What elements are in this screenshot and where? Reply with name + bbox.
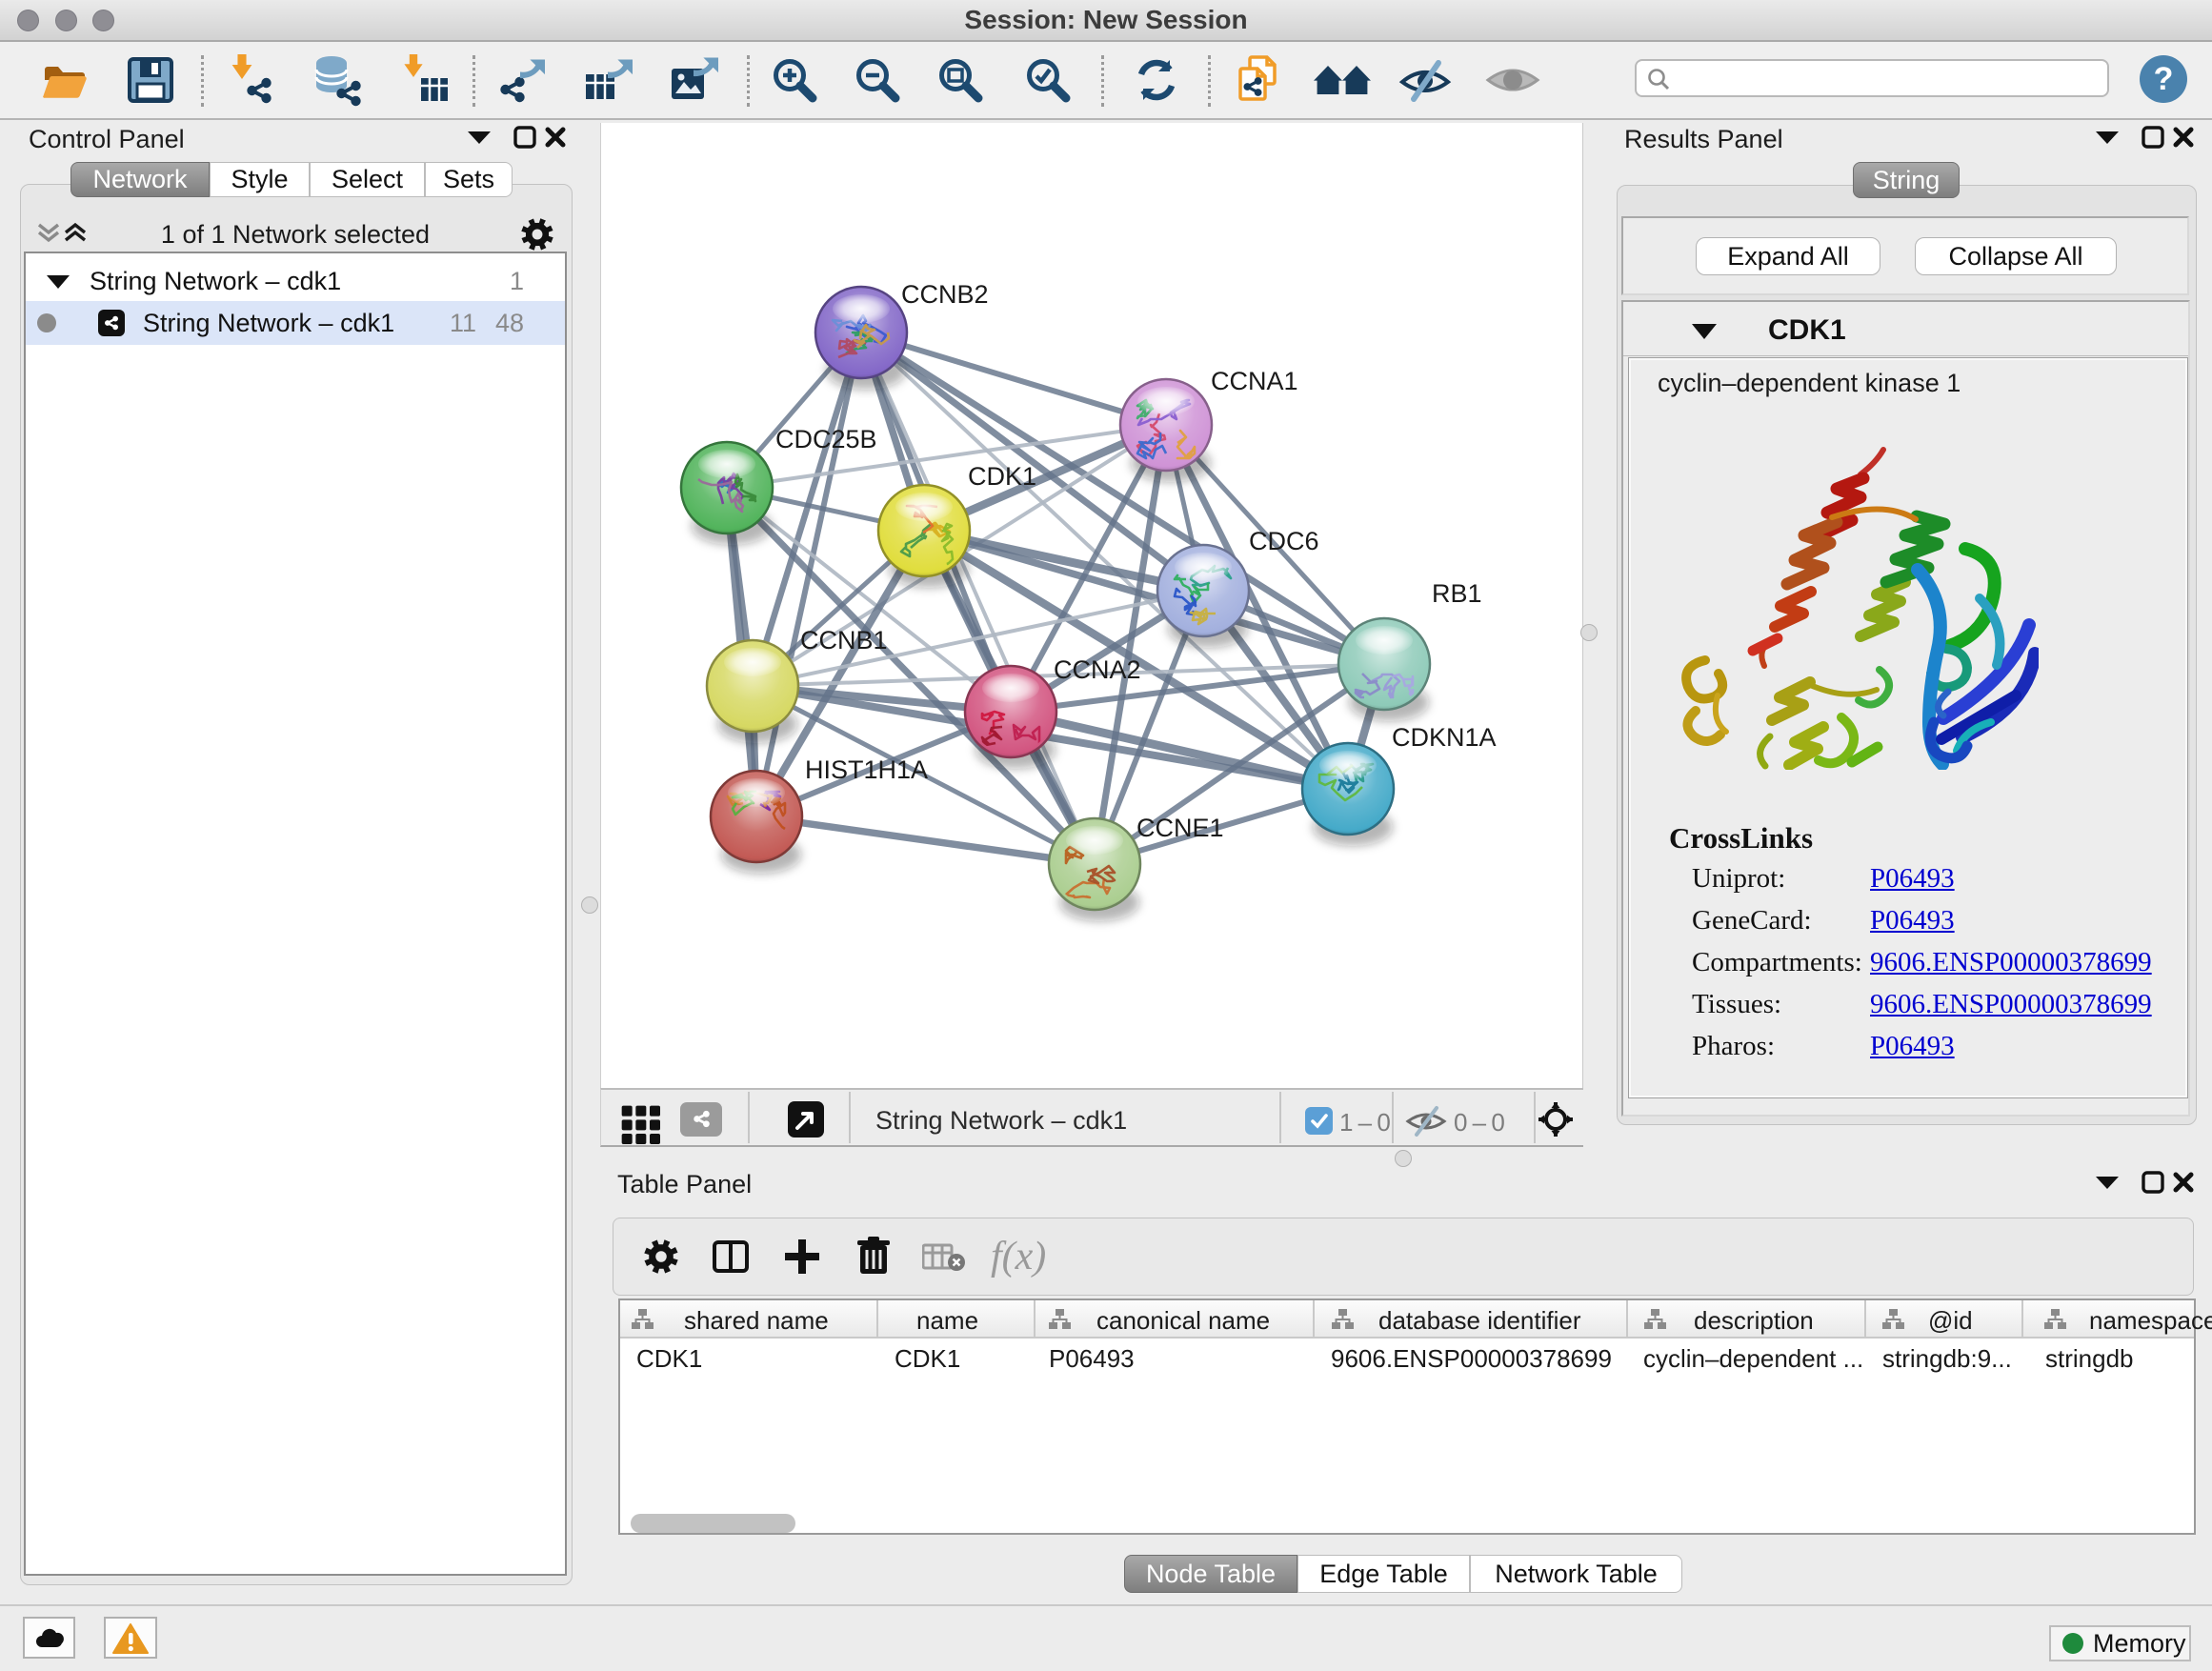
svg-text:CCNA1: CCNA1 xyxy=(1211,367,1298,395)
svg-text:CDK1: CDK1 xyxy=(968,462,1036,491)
svg-text:RB1: RB1 xyxy=(1432,579,1482,608)
svg-text:CCNB2: CCNB2 xyxy=(901,280,989,309)
svg-text:CCNE1: CCNE1 xyxy=(1136,814,1224,842)
svg-text:HIST1H1A: HIST1H1A xyxy=(805,755,928,784)
svg-text:CCNA2: CCNA2 xyxy=(1054,655,1141,684)
svg-text:CDKN1A: CDKN1A xyxy=(1392,723,1497,752)
svg-text:CDC6: CDC6 xyxy=(1249,527,1319,555)
svg-text:CCNB1: CCNB1 xyxy=(800,626,888,654)
svg-text:CDC25B: CDC25B xyxy=(775,425,877,453)
